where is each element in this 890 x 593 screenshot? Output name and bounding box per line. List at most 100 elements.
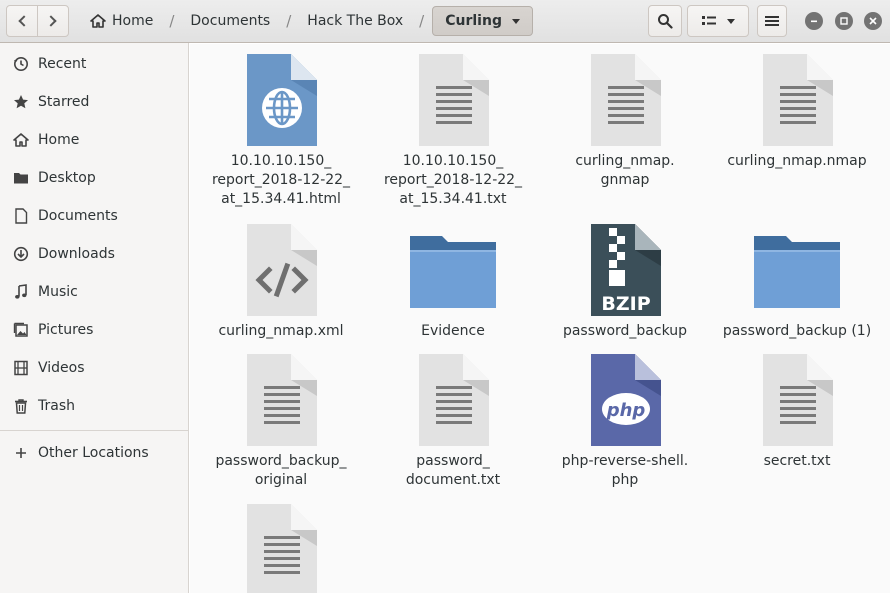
folder-icon bbox=[405, 222, 501, 318]
search-button[interactable] bbox=[648, 5, 682, 37]
sidebar-item-label: Pictures bbox=[38, 322, 94, 338]
breadcrumb-current-folder[interactable]: Curling bbox=[432, 6, 533, 36]
sidebar-item-other-locations[interactable]: Other Locations bbox=[0, 434, 188, 472]
file-item[interactable]: password_backup_ original bbox=[195, 352, 367, 490]
file-name: password_ document.txt bbox=[405, 453, 501, 488]
picture-icon bbox=[12, 321, 30, 339]
close-button[interactable] bbox=[864, 12, 882, 30]
sidebar-item-starred[interactable]: Starred bbox=[0, 83, 188, 121]
breadcrumb-separator: / bbox=[169, 12, 175, 30]
file-item[interactable]: php php-reverse-shell. php bbox=[539, 352, 711, 490]
file-item[interactable]: 10.10.10.150_ report_2018-12-22_ at_15.3… bbox=[195, 52, 367, 209]
file-item[interactable]: secret.txt bbox=[711, 352, 883, 471]
sidebar-item-label: Trash bbox=[38, 398, 75, 414]
sidebar-item-videos[interactable]: Videos bbox=[0, 349, 188, 387]
forward-button[interactable] bbox=[37, 5, 69, 37]
file-item[interactable]: Evidence bbox=[367, 222, 539, 341]
sidebar-item-label: Starred bbox=[38, 94, 90, 110]
breadcrumb-label: Home bbox=[112, 13, 154, 29]
bzip-label: BZIP bbox=[601, 293, 650, 315]
navigation-buttons bbox=[6, 5, 70, 37]
breadcrumb-home[interactable]: Home bbox=[84, 5, 161, 37]
sidebar-item-label: Downloads bbox=[38, 246, 115, 262]
file-name: php-reverse-shell. php bbox=[561, 453, 689, 488]
sidebar: Recent Starred Home Desktop Documents Do… bbox=[0, 43, 189, 593]
php-label: php bbox=[606, 400, 646, 421]
file-item[interactable]: BZIP password_backup bbox=[539, 222, 711, 341]
minimize-icon bbox=[811, 20, 817, 23]
php-file-icon: php bbox=[577, 352, 673, 448]
file-name: curling_nmap.nmap bbox=[727, 153, 867, 169]
menu-button[interactable] bbox=[757, 5, 787, 37]
back-button[interactable] bbox=[6, 5, 38, 37]
clock-icon bbox=[12, 55, 30, 73]
sidebar-item-music[interactable]: Music bbox=[0, 273, 188, 311]
file-item[interactable]: password_backup (1) bbox=[711, 222, 883, 341]
file-item[interactable]: curling_nmap.xml bbox=[195, 222, 367, 341]
file-item[interactable]: password_ document.txt bbox=[367, 352, 539, 490]
file-name: password_backup_ original bbox=[215, 453, 347, 488]
file-name: secret.txt bbox=[763, 453, 831, 469]
list-view-icon bbox=[701, 16, 716, 25]
file-name: 10.10.10.150_ report_2018-12-22_ at_15.3… bbox=[383, 153, 523, 207]
file-item[interactable] bbox=[195, 502, 367, 593]
breadcrumb-documents[interactable]: Documents bbox=[182, 5, 278, 37]
header-bar: Home / Documents / Hack The Box / Curlin… bbox=[0, 0, 890, 43]
file-name: Evidence bbox=[421, 323, 485, 339]
file-item[interactable]: curling_nmap.nmap bbox=[711, 52, 883, 171]
text-file-icon bbox=[233, 352, 329, 448]
sidebar-item-label: Recent bbox=[38, 56, 87, 72]
maximize-button[interactable] bbox=[835, 12, 853, 30]
folder-icon bbox=[12, 169, 30, 187]
home-icon bbox=[12, 131, 30, 149]
maximize-icon bbox=[840, 17, 848, 25]
file-name: password_backup (1) bbox=[722, 323, 872, 339]
download-icon bbox=[12, 245, 30, 263]
close-icon bbox=[869, 17, 877, 25]
breadcrumb-separator: / bbox=[419, 12, 425, 30]
file-name: curling_nmap.xml bbox=[218, 323, 344, 339]
text-file-icon bbox=[577, 52, 673, 148]
star-icon bbox=[12, 93, 30, 111]
file-name: 10.10.10.150_ report_2018-12-22_ at_15.3… bbox=[211, 153, 351, 207]
trash-icon bbox=[12, 397, 30, 415]
sidebar-item-downloads[interactable]: Downloads bbox=[0, 235, 188, 273]
home-icon bbox=[90, 14, 106, 28]
breadcrumb-separator: / bbox=[286, 12, 292, 30]
sidebar-item-label: Music bbox=[38, 284, 78, 300]
text-file-icon bbox=[749, 352, 845, 448]
sidebar-divider bbox=[0, 430, 188, 431]
sidebar-item-pictures[interactable]: Pictures bbox=[0, 311, 188, 349]
caret-down-icon bbox=[511, 18, 520, 24]
video-icon bbox=[12, 359, 30, 377]
sidebar-item-desktop[interactable]: Desktop bbox=[0, 159, 188, 197]
minimize-button[interactable] bbox=[805, 12, 823, 30]
xml-file-icon bbox=[233, 222, 329, 318]
breadcrumb-hack-the-box[interactable]: Hack The Box bbox=[299, 5, 411, 37]
sidebar-item-label: Other Locations bbox=[38, 445, 149, 461]
breadcrumb: Home / Documents / Hack The Box / Curlin… bbox=[84, 5, 533, 37]
sidebar-item-home[interactable]: Home bbox=[0, 121, 188, 159]
sidebar-item-recent[interactable]: Recent bbox=[0, 45, 188, 83]
file-name: curling_nmap. gnmap bbox=[575, 153, 675, 188]
music-icon bbox=[12, 283, 30, 301]
sidebar-item-label: Documents bbox=[38, 208, 118, 224]
file-item[interactable]: curling_nmap. gnmap bbox=[539, 52, 711, 190]
text-file-icon bbox=[405, 352, 501, 448]
text-file-icon bbox=[405, 52, 501, 148]
file-item[interactable]: 10.10.10.150_ report_2018-12-22_ at_15.3… bbox=[367, 52, 539, 209]
current-folder-label: Curling bbox=[445, 13, 502, 29]
html-file-icon bbox=[233, 52, 329, 148]
hamburger-menu-icon bbox=[765, 16, 779, 26]
sidebar-item-documents[interactable]: Documents bbox=[0, 197, 188, 235]
text-file-icon bbox=[233, 502, 329, 593]
folder-icon bbox=[749, 222, 845, 318]
bzip-archive-icon: BZIP bbox=[577, 222, 673, 318]
view-options-button[interactable] bbox=[687, 5, 749, 37]
breadcrumb-label: Hack The Box bbox=[307, 13, 404, 29]
sidebar-item-label: Videos bbox=[38, 360, 85, 376]
file-name: password_backup bbox=[562, 323, 688, 339]
caret-down-icon bbox=[726, 18, 735, 24]
breadcrumb-label: Documents bbox=[190, 13, 271, 29]
sidebar-item-trash[interactable]: Trash bbox=[0, 387, 188, 425]
